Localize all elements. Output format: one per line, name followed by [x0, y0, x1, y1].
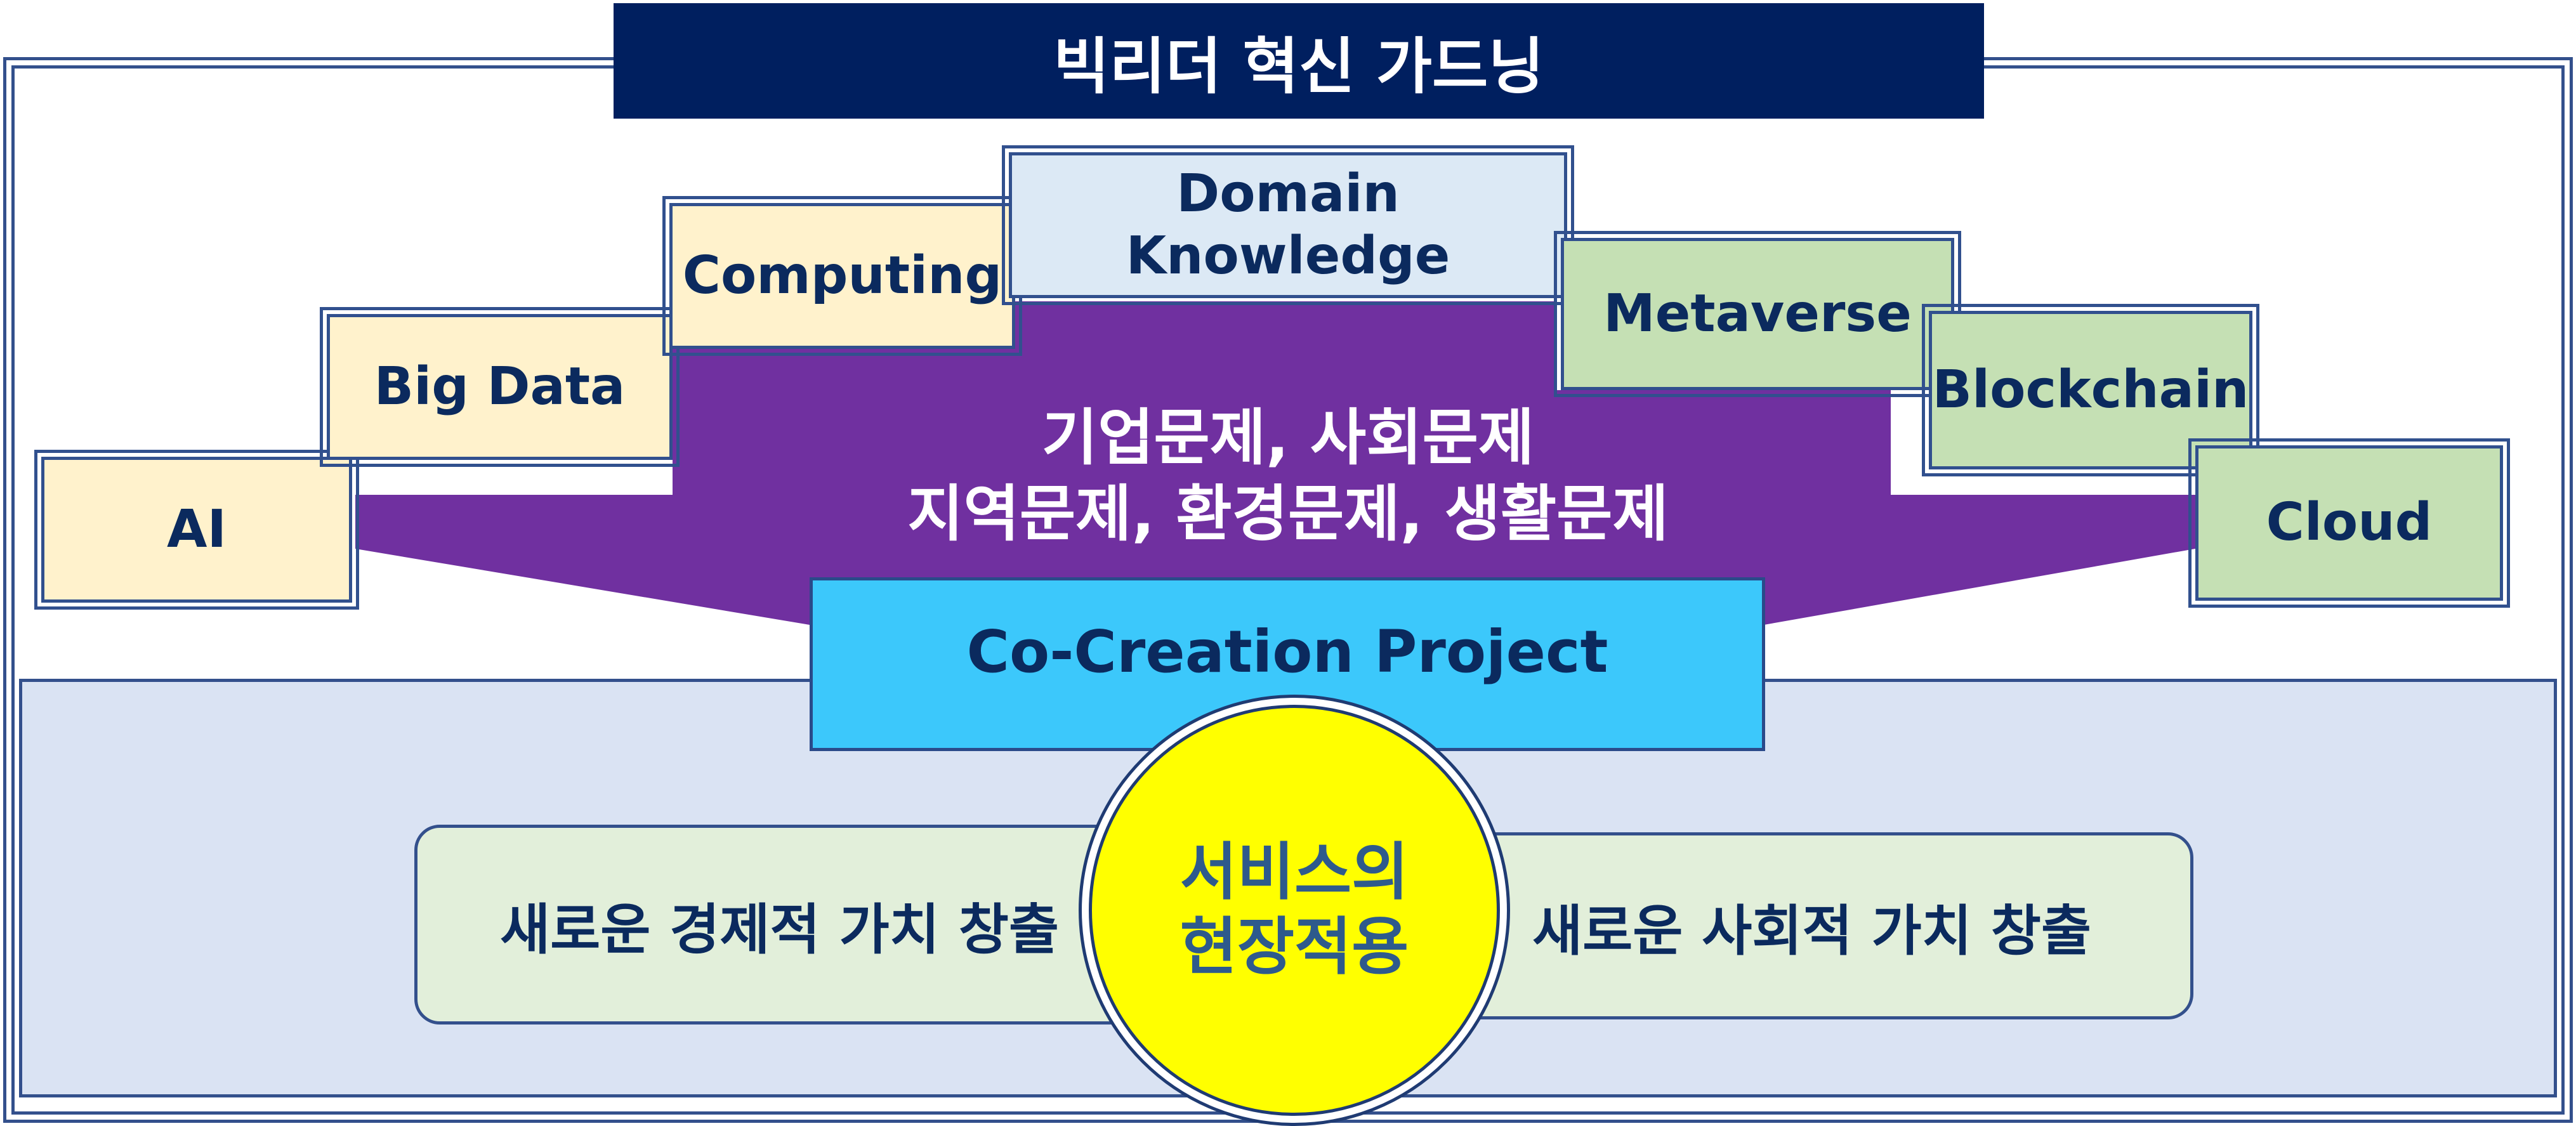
tech-label: AI: [167, 499, 227, 560]
tech-box-cloud: Cloud: [2188, 438, 2510, 608]
problems-line1: 기업문제, 사회문제: [1041, 402, 1535, 473]
social-value-box: 새로운 사회적 가치 창출: [1453, 832, 2193, 1019]
tech-box-big-data: Big Data: [320, 307, 680, 467]
page-title: 빅리더 혁신 가드닝: [614, 3, 1984, 119]
problems-line2: 지역문제, 환경문제, 생활문제: [907, 478, 1669, 549]
tech-box-metaverse: Metaverse: [1554, 231, 1961, 397]
tech-label: Blockchain: [1932, 359, 2249, 420]
economic-value-label: 새로운 경제적 가치 창출: [500, 898, 1060, 962]
tech-label: Big Data: [374, 356, 626, 417]
social-value-label: 새로운 사회적 가치 창출: [1532, 900, 2092, 963]
tech-label: Cloud: [2266, 492, 2433, 553]
center-line1: 서비스의: [1180, 836, 1409, 909]
tech-box-ai: AI: [34, 450, 359, 610]
center-line2: 현장적용: [1180, 911, 1409, 983]
center-circle: 서비스의 현장적용: [1089, 705, 1500, 1116]
economic-value-box: 새로운 경제적 가치 창출: [414, 825, 1138, 1025]
tech-label: Computing: [682, 245, 1002, 306]
tech-label-line1: Domain: [1176, 163, 1400, 224]
problems-text: 기업문제, 사회문제 지역문제, 환경문제, 생활문제: [812, 400, 1764, 558]
tech-label: Metaverse: [1603, 283, 1912, 344]
tech-label-line2: Knowledge: [1126, 226, 1450, 286]
tech-box-computing: Computing: [662, 196, 1022, 356]
tech-box-domain-knowledge: Domain Knowledge: [1002, 145, 1574, 305]
project-label: Co-Creation Project: [966, 617, 1608, 686]
